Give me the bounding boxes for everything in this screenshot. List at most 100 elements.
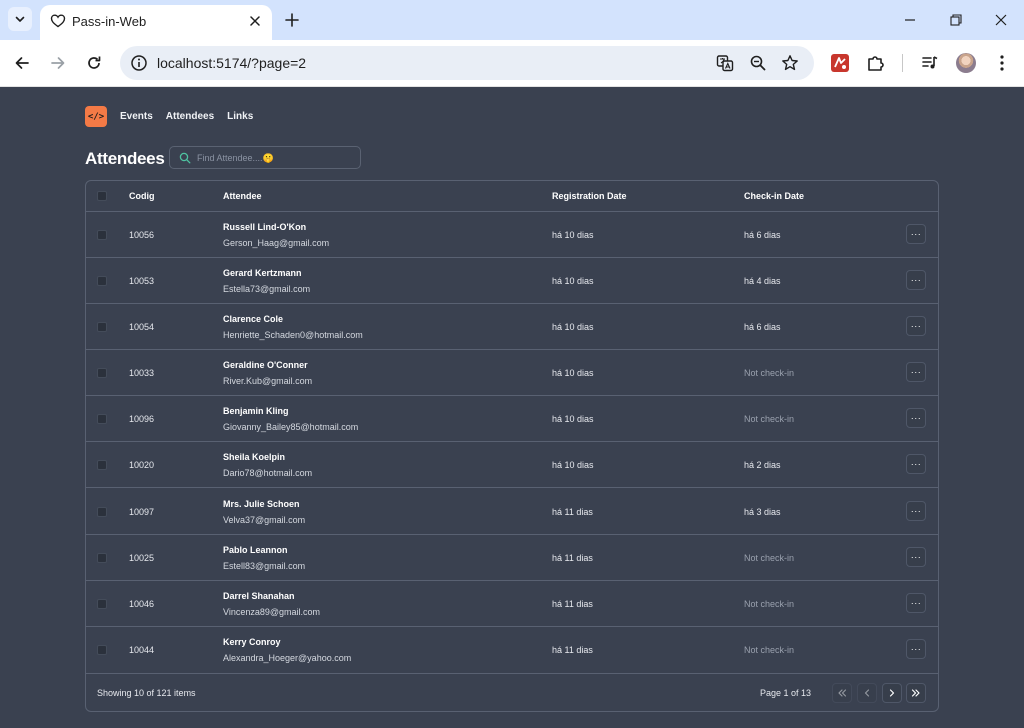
forward-icon[interactable] bbox=[49, 54, 67, 72]
attendee-email: Estell83@gmail.com bbox=[223, 561, 306, 571]
app-logo[interactable]: </> bbox=[85, 106, 107, 127]
row-actions-button[interactable]: ··· bbox=[906, 501, 926, 521]
row-checkbox[interactable] bbox=[97, 460, 107, 470]
attendee-email: River.Kub@gmail.com bbox=[223, 376, 313, 386]
first-page-button[interactable] bbox=[832, 683, 852, 703]
toolbar-divider bbox=[902, 54, 903, 72]
url-text: localhost:5174/?page=2 bbox=[157, 55, 307, 71]
row-actions-button[interactable]: ··· bbox=[906, 547, 926, 567]
site-info-icon[interactable] bbox=[130, 54, 148, 72]
registration-date: há 11 dias bbox=[552, 645, 593, 655]
attendees-table: Codig Attendee Registration Date Check-i… bbox=[85, 180, 939, 712]
chevron-left-icon bbox=[864, 689, 870, 697]
ellipsis-icon: ··· bbox=[910, 598, 922, 608]
extensions-puzzle-icon[interactable] bbox=[866, 53, 886, 73]
row-actions-button[interactable]: ··· bbox=[906, 454, 926, 474]
registration-date: há 10 dias bbox=[552, 414, 594, 424]
table-header: Codig Attendee Registration Date Check-i… bbox=[86, 181, 938, 212]
last-page-button[interactable] bbox=[906, 683, 926, 703]
bookmark-star-icon[interactable] bbox=[781, 54, 799, 72]
row-actions-button[interactable]: ··· bbox=[906, 593, 926, 613]
checkin-date: há 2 dias bbox=[744, 460, 781, 470]
checkin-date: há 6 dias bbox=[744, 230, 781, 240]
row-checkbox[interactable] bbox=[97, 599, 107, 609]
window-close-icon[interactable] bbox=[993, 12, 1009, 28]
attendee-name: Darrel Shanahan bbox=[223, 591, 295, 601]
extension-app-icon[interactable] bbox=[830, 53, 850, 73]
row-actions-button[interactable]: ··· bbox=[906, 224, 926, 244]
attendee-email: Dario78@hotmail.com bbox=[223, 468, 313, 478]
row-checkbox[interactable] bbox=[97, 368, 107, 378]
next-page-button[interactable] bbox=[882, 683, 902, 703]
chevron-down-icon bbox=[15, 16, 25, 22]
ellipsis-icon: ··· bbox=[910, 552, 922, 562]
attendee-email: Alexandra_Hoeger@yahoo.com bbox=[223, 653, 352, 663]
minimize-icon[interactable] bbox=[902, 12, 918, 28]
attendee-name: Benjamin Kling bbox=[223, 406, 289, 416]
address-bar[interactable]: localhost:5174/?page=2 bbox=[120, 46, 814, 80]
attendee-email: Velva37@gmail.com bbox=[223, 515, 306, 525]
chevrons-left-icon bbox=[838, 689, 847, 697]
items-count: Showing 10 of 121 items bbox=[97, 688, 196, 698]
attendee-name: Russell Lind-O'Kon bbox=[223, 222, 307, 232]
checkin-date: Not check-in bbox=[744, 599, 795, 609]
attendee-name: Mrs. Julie Schoen bbox=[223, 499, 300, 509]
browser-tab-strip: Pass-in-Web bbox=[0, 0, 1024, 40]
row-actions-button[interactable]: ··· bbox=[906, 408, 926, 428]
app-nav: </> Events Attendees Links bbox=[85, 106, 253, 127]
registration-date: há 11 dias bbox=[552, 599, 593, 609]
attendee-code: 10053 bbox=[129, 276, 155, 286]
column-header-registration-date: Registration Date bbox=[552, 191, 627, 201]
search-icon bbox=[179, 152, 191, 164]
row-actions-button[interactable]: ··· bbox=[906, 316, 926, 336]
attendee-code: 10046 bbox=[129, 599, 155, 609]
attendee-search-input[interactable]: Find Attendee....🤫 bbox=[169, 146, 361, 169]
row-checkbox[interactable] bbox=[97, 645, 107, 655]
new-tab-icon[interactable] bbox=[284, 12, 300, 28]
row-actions-button[interactable]: ··· bbox=[906, 639, 926, 659]
restore-icon[interactable] bbox=[948, 12, 964, 28]
previous-page-button[interactable] bbox=[857, 683, 877, 703]
row-checkbox[interactable] bbox=[97, 414, 107, 424]
ellipsis-icon: ··· bbox=[910, 367, 922, 377]
row-checkbox[interactable] bbox=[97, 276, 107, 286]
nav-link-links[interactable]: Links bbox=[227, 111, 253, 122]
search-placeholder: Find Attendee....🤫 bbox=[197, 153, 274, 163]
translate-icon[interactable] bbox=[716, 54, 734, 72]
select-all-checkbox[interactable] bbox=[97, 191, 107, 201]
attendee-name: Pablo Leannon bbox=[223, 545, 288, 555]
profile-avatar[interactable] bbox=[956, 53, 976, 73]
attendee-code: 10020 bbox=[129, 460, 155, 470]
tab-search-button[interactable] bbox=[8, 7, 32, 31]
checkin-date: há 3 dias bbox=[744, 507, 781, 517]
table-row: 10044 Kerry Conroy Alexandra_Hoeger@yahoo.… bbox=[86, 627, 938, 674]
row-checkbox[interactable] bbox=[97, 507, 107, 517]
row-checkbox[interactable] bbox=[97, 553, 107, 563]
row-actions-button[interactable]: ··· bbox=[906, 362, 926, 382]
column-header-checkin-date: Check-in Date bbox=[744, 191, 805, 201]
media-queue-icon[interactable] bbox=[920, 53, 940, 73]
checkin-date: Not check-in bbox=[744, 553, 795, 563]
nav-link-attendees[interactable]: Attendees bbox=[166, 111, 214, 122]
browser-menu-icon[interactable] bbox=[992, 53, 1012, 73]
zoom-icon[interactable] bbox=[749, 54, 767, 72]
attendee-email: Vincenza89@gmail.com bbox=[223, 607, 321, 617]
chevron-right-icon bbox=[889, 689, 895, 697]
browser-tab[interactable]: Pass-in-Web bbox=[40, 5, 272, 40]
browser-toolbar: localhost:5174/?page=2 bbox=[0, 40, 1024, 87]
reload-icon[interactable] bbox=[85, 54, 103, 72]
ellipsis-icon: ··· bbox=[910, 506, 922, 516]
chevrons-right-icon bbox=[911, 689, 920, 697]
row-checkbox[interactable] bbox=[97, 230, 107, 240]
ellipsis-icon: ··· bbox=[910, 459, 922, 469]
close-icon[interactable] bbox=[248, 14, 262, 28]
registration-date: há 11 dias bbox=[552, 553, 593, 563]
nav-link-events[interactable]: Events bbox=[120, 111, 153, 122]
attendee-code: 10044 bbox=[129, 645, 155, 655]
row-checkbox[interactable] bbox=[97, 322, 107, 332]
attendee-email: Estella73@gmail.com bbox=[223, 284, 311, 294]
registration-date: há 10 dias bbox=[552, 460, 594, 470]
table-row: 10020 Sheila Koelpin Dario78@hotmail.com há… bbox=[86, 442, 938, 488]
back-icon[interactable] bbox=[13, 54, 31, 72]
row-actions-button[interactable]: ··· bbox=[906, 270, 926, 290]
